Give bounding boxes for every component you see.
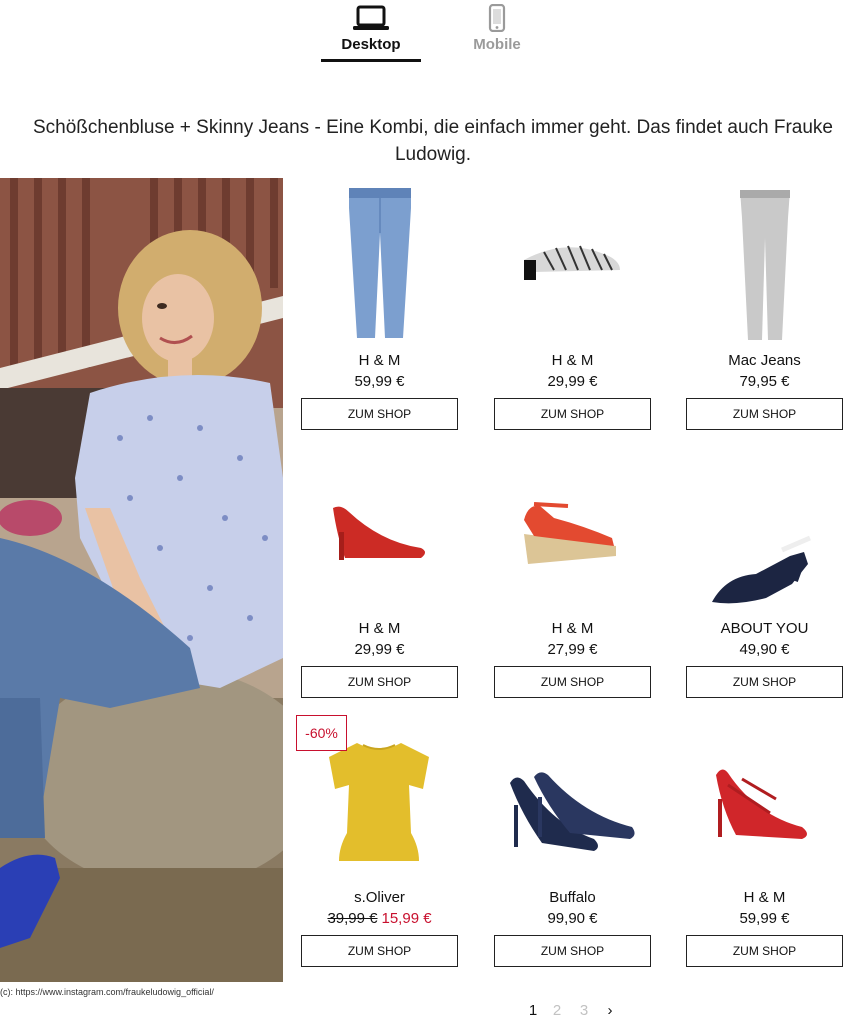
product-price-sale: 15,99 € [381,910,432,927]
zum-shop-button[interactable]: ZUM SHOP [494,935,651,967]
product-price: 49,90 € [739,641,790,658]
zum-shop-button[interactable]: ZUM SHOP [301,398,458,430]
page-2-link[interactable]: 2 [549,1002,565,1019]
product-image[interactable] [494,446,651,616]
page-1-link[interactable]: 1 [525,1002,541,1019]
product-image[interactable] [301,178,458,348]
zum-shop-button[interactable]: ZUM SHOP [686,935,843,967]
navy-stilettos-icon [510,772,635,851]
tab-desktop-label: Desktop [341,36,401,53]
tab-desktop[interactable]: Desktop [321,0,421,62]
zum-shop-button[interactable]: ZUM SHOP [301,935,458,967]
product-brand: H & M [358,352,401,369]
device-tabs: Desktop Mobile [0,0,846,70]
product-price: 29,99 € [547,373,598,390]
product-price: 79,95 € [739,373,790,390]
red-strappy-heel-icon [716,769,807,839]
red-wedge-sandal-icon [524,502,616,564]
jeans-blue-icon [349,188,411,338]
tab-mobile[interactable]: Mobile [447,0,547,62]
navy-slingback-icon [712,535,811,604]
striped-mule-icon [524,245,620,280]
discount-badge: -60% [296,715,347,751]
product-image[interactable] [301,446,458,616]
page-headline: Schößchenbluse + Skinny Jeans - Eine Kom… [32,117,833,165]
product-brand: Buffalo [549,889,596,906]
product-price: 59,99 € [354,373,405,390]
photo-credit: (c): https://www.instagram.com/fraukelud… [0,987,214,997]
zum-shop-button[interactable]: ZUM SHOP [301,666,458,698]
product-price-old: 39,99 € [327,910,378,927]
product-price: 29,99 € [354,641,405,658]
zum-shop-button[interactable]: ZUM SHOP [686,398,843,430]
next-page-icon[interactable]: › [602,1002,618,1019]
jeans-grey-icon [740,190,790,340]
product-brand: H & M [358,620,401,637]
product-brand: H & M [743,889,786,906]
product-image[interactable] [686,715,843,885]
product-image[interactable] [494,715,651,885]
zum-shop-button[interactable]: ZUM SHOP [494,666,651,698]
active-tab-indicator [321,59,421,62]
product-brand: H & M [551,620,594,637]
product-brand: H & M [551,352,594,369]
zum-shop-button[interactable]: ZUM SHOP [686,666,843,698]
product-image[interactable] [686,446,843,616]
smartphone-icon [488,4,506,32]
product-price: 39,99 €15,99 € [301,910,458,927]
laptop-icon [353,5,389,30]
product-image[interactable] [494,178,651,348]
hero-photo [0,178,283,982]
red-pump-icon [333,506,425,560]
zum-shop-button[interactable]: ZUM SHOP [494,398,651,430]
product-price: 59,99 € [739,910,790,927]
tab-mobile-label: Mobile [473,36,521,53]
product-brand: Mac Jeans [728,352,801,369]
page-3-link[interactable]: 3 [576,1002,592,1019]
product-price: 99,90 € [547,910,598,927]
product-price: 27,99 € [547,641,598,658]
product-brand: s.Oliver [354,889,405,906]
product-brand: ABOUT YOU [720,620,809,637]
product-image[interactable] [686,178,843,348]
